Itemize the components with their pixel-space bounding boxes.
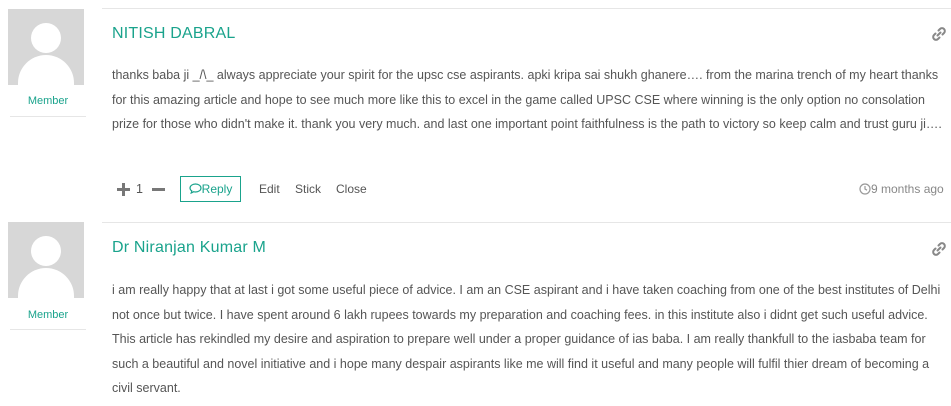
stick-link[interactable]: Stick bbox=[295, 176, 321, 202]
clock-icon bbox=[859, 183, 871, 195]
reply-label: Reply bbox=[201, 182, 233, 196]
time-label: 9 months ago bbox=[871, 182, 944, 196]
author-role: Member bbox=[27, 95, 69, 107]
comment-item: Member Dr Niranjan Kumar M i am really h… bbox=[0, 222, 951, 406]
vote-count: 1 bbox=[136, 182, 143, 196]
avatar-head-shape bbox=[31, 23, 61, 53]
author-role: Member bbox=[27, 309, 69, 321]
author-name[interactable]: Dr Niranjan Kumar M bbox=[112, 239, 266, 257]
author-name[interactable]: NITISH DABRAL bbox=[112, 25, 236, 43]
avatar-body-shape bbox=[18, 268, 74, 298]
avatar[interactable] bbox=[8, 222, 84, 298]
comment-text: thanks baba ji _/\_ always appreciate yo… bbox=[112, 68, 942, 131]
edit-link[interactable]: Edit bbox=[259, 176, 280, 202]
link-icon[interactable] bbox=[931, 26, 947, 42]
link-icon[interactable] bbox=[931, 241, 947, 257]
comment-actions: 1 Reply Edit Stick Close bbox=[112, 176, 951, 202]
comment-time[interactable]: 9 months ago bbox=[859, 182, 944, 196]
reply-button[interactable]: Reply bbox=[180, 176, 241, 202]
role-underline bbox=[10, 116, 86, 117]
avatar[interactable] bbox=[8, 9, 84, 85]
comment-text: i am really happy that at last i got som… bbox=[112, 283, 941, 395]
avatar-head-shape bbox=[31, 236, 61, 266]
comment-item: Member NITISH DABRAL thanks baba ji _/\_… bbox=[0, 0, 951, 222]
speech-bubble-icon bbox=[189, 183, 202, 195]
avatar-body-shape bbox=[18, 55, 74, 85]
plus-icon[interactable] bbox=[116, 176, 130, 202]
minus-icon[interactable] bbox=[151, 176, 165, 202]
close-link[interactable]: Close bbox=[336, 176, 367, 202]
role-underline bbox=[10, 329, 86, 330]
